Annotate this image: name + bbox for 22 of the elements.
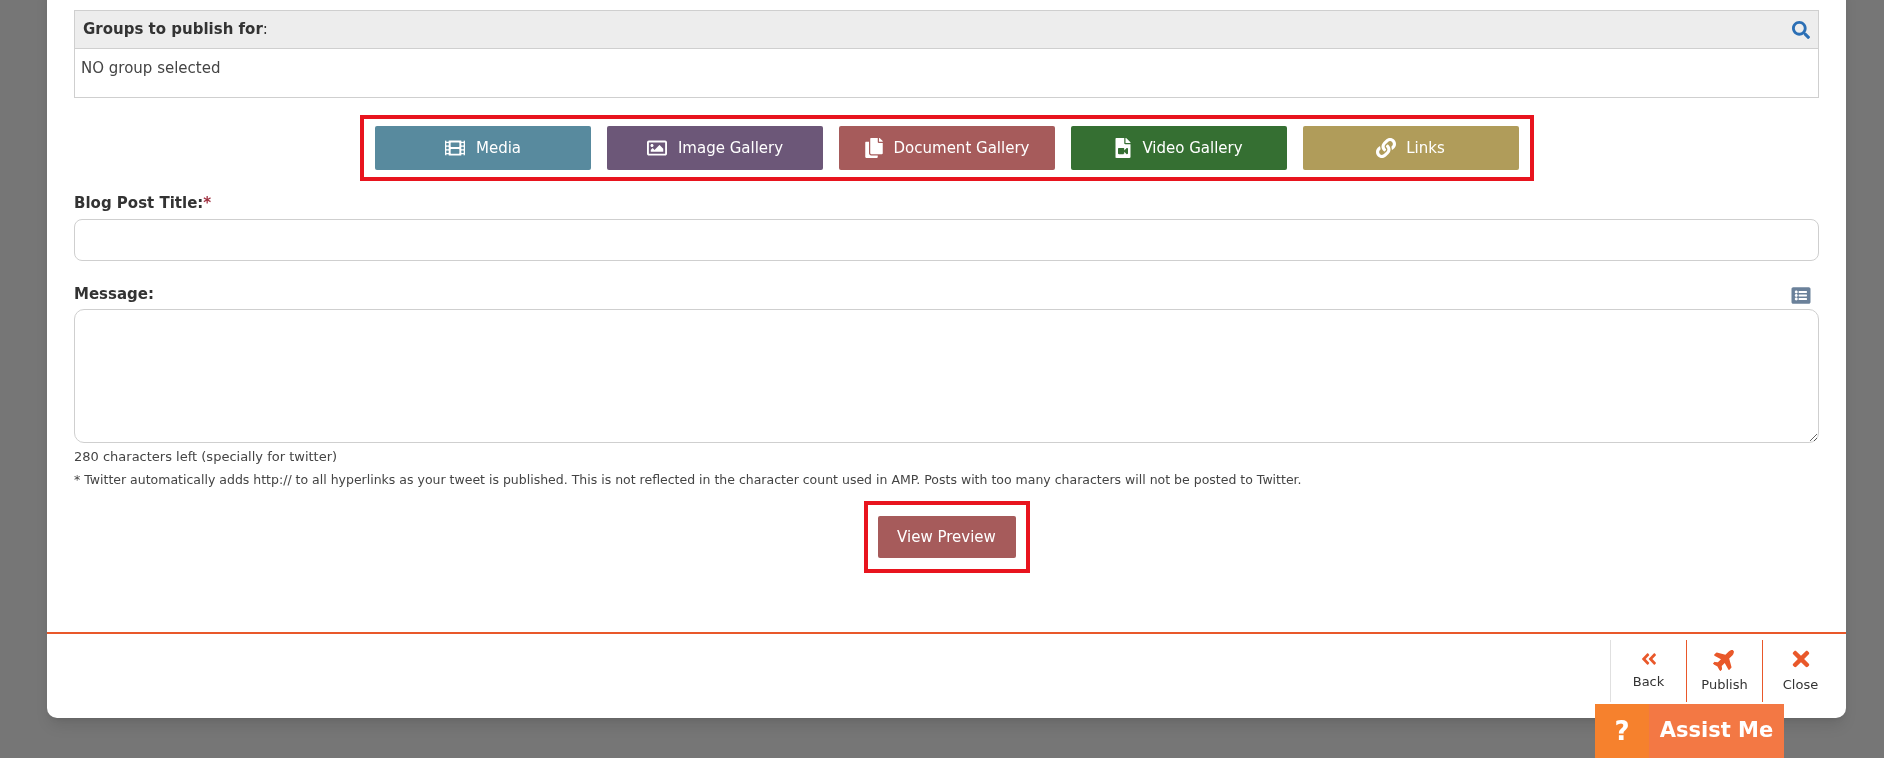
video-file-icon bbox=[1114, 138, 1133, 158]
documents-icon bbox=[863, 138, 884, 158]
view-preview-button[interactable]: View Preview bbox=[877, 516, 1016, 559]
gallery-button[interactable]: Video Gallery bbox=[1070, 126, 1287, 170]
groups-title: Groups to publish for: bbox=[83, 19, 268, 41]
message-label: Message: bbox=[74, 283, 154, 305]
film-icon bbox=[443, 138, 466, 158]
chars-left-text: 280 characters left (specially for twitter) bbox=[74, 448, 339, 466]
footer-action-button[interactable]: Publish bbox=[1686, 640, 1762, 702]
gallery-button[interactable]: Document Gallery bbox=[838, 126, 1055, 170]
twitter-note: * Twitter automatically adds http:// to all hyperlinks as your tweet is published. This is not reflected in the character count used in AMP. Posts with too many characters will not be posted to Twitter. bbox=[74, 470, 1303, 489]
footer-action-button[interactable]: Back bbox=[1610, 640, 1686, 702]
gallery-button[interactable]: Media bbox=[374, 126, 591, 170]
gallery-button[interactable]: Image Gallery bbox=[606, 126, 823, 170]
footer-action-button[interactable]: Close bbox=[1762, 640, 1838, 702]
title-label: Blog Post Title:* bbox=[74, 194, 212, 212]
list-icon[interactable] bbox=[1789, 286, 1813, 305]
search-button[interactable] bbox=[1792, 20, 1810, 39]
title-input[interactable] bbox=[74, 218, 1819, 261]
groups-value: NO group selected bbox=[81, 58, 221, 79]
link-icon bbox=[1376, 138, 1397, 158]
image-icon bbox=[645, 138, 668, 158]
